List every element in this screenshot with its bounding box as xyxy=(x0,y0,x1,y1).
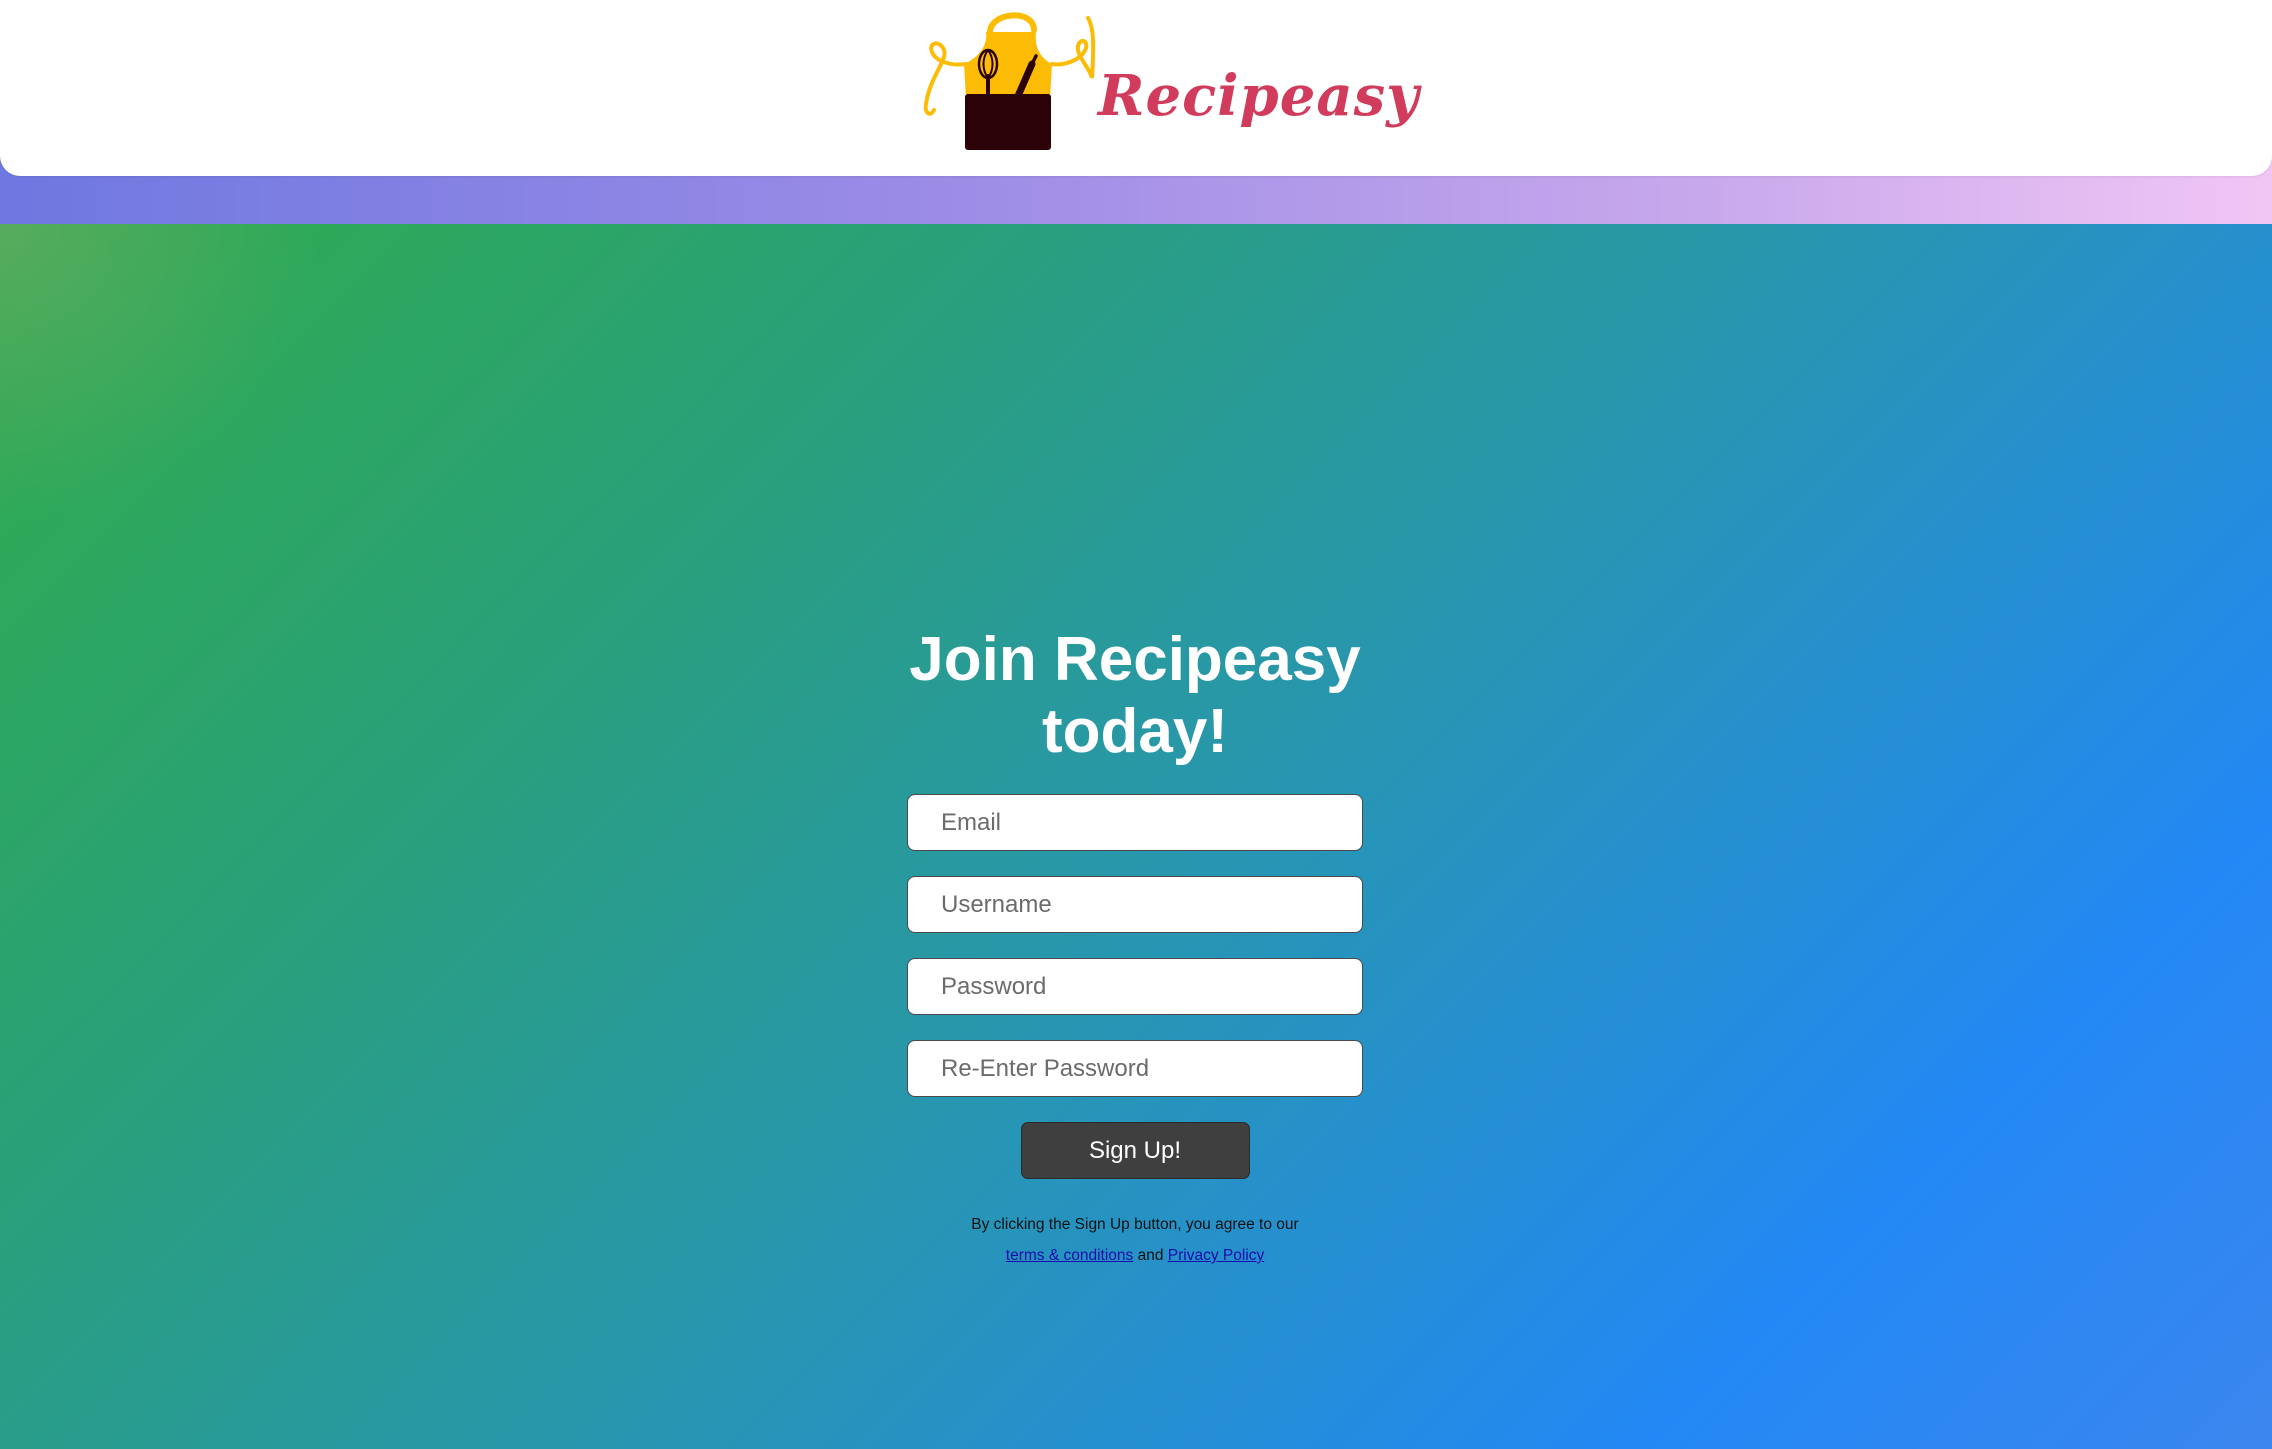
brand-name: Recipeasy xyxy=(1098,63,1420,129)
email-field[interactable] xyxy=(907,794,1363,851)
apron-logo-icon xyxy=(923,12,1096,150)
signup-form: Join Recipeasy today! Sign Up! By clicki… xyxy=(907,624,1363,1271)
legal-prefix: By clicking the Sign Up button, you agre… xyxy=(971,1216,1299,1233)
legal-and: and xyxy=(1137,1247,1164,1264)
signup-section: Join Recipeasy today! Sign Up! By clicki… xyxy=(0,224,2272,1449)
signup-button-wrap: Sign Up! xyxy=(907,1122,1363,1179)
username-field[interactable] xyxy=(907,876,1363,933)
signup-button[interactable]: Sign Up! xyxy=(1020,1122,1250,1179)
page-title: Join Recipeasy today! xyxy=(909,625,1361,766)
brand-logo[interactable]: Recipeasy xyxy=(922,6,1419,154)
password-field[interactable] xyxy=(907,958,1363,1015)
terms-link[interactable]: terms & conditions xyxy=(1006,1247,1134,1264)
reenter-password-field[interactable] xyxy=(907,1040,1363,1097)
privacy-link[interactable]: Privacy Policy xyxy=(1168,1247,1264,1264)
site-header: Recipeasy xyxy=(0,0,2272,176)
signup-fields xyxy=(907,794,1363,1097)
legal-notice: By clicking the Sign Up button, you agre… xyxy=(907,1209,1363,1271)
